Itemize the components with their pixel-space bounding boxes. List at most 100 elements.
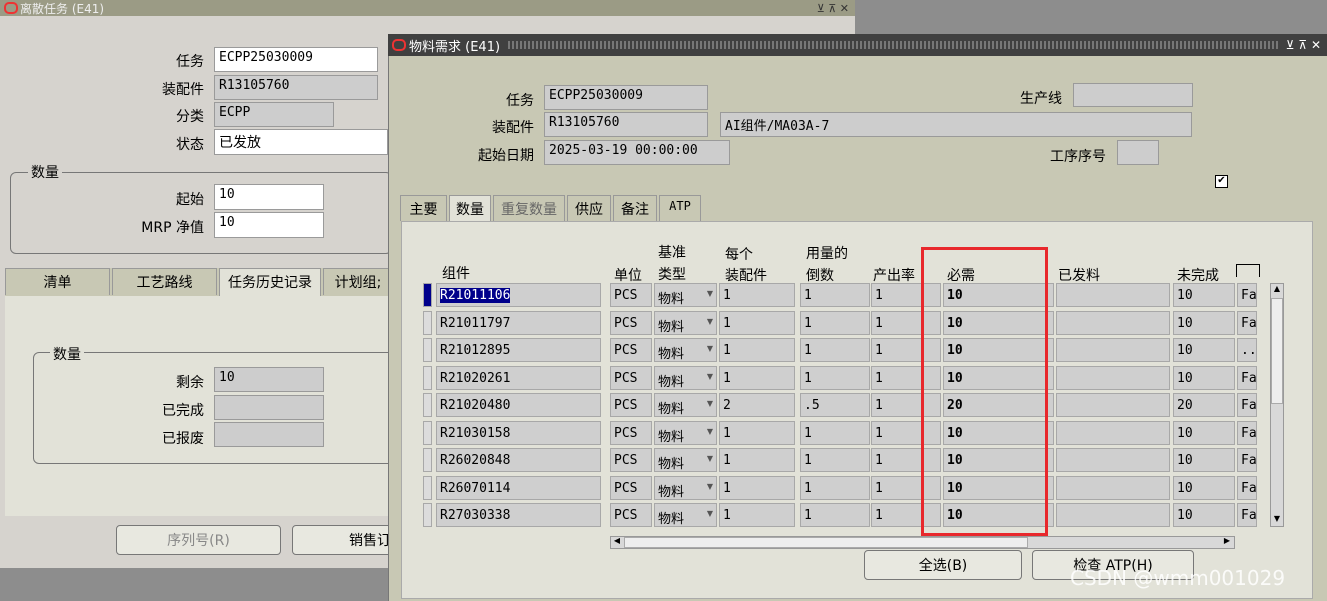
open-cell[interactable]: 10	[1173, 283, 1235, 307]
sales-order-button[interactable]: 销售订	[292, 525, 402, 555]
issued-cell[interactable]	[1056, 311, 1170, 335]
component-cell[interactable]: R26070114	[436, 476, 601, 500]
open-cell[interactable]: 10	[1173, 366, 1235, 390]
component-cell[interactable]: R27030338	[436, 503, 601, 527]
extra-cell[interactable]: Fa	[1237, 421, 1257, 445]
row-indicator[interactable]	[423, 311, 432, 335]
tab-planning-group[interactable]: 计划组;	[323, 268, 393, 295]
uom-cell[interactable]: PCS	[610, 283, 652, 307]
per-assembly-cell[interactable]: 1	[719, 366, 795, 390]
scroll-left-icon[interactable]: ◀	[611, 536, 623, 548]
inverse-cell[interactable]: 1	[800, 366, 870, 390]
extra-cell[interactable]: Fa	[1237, 476, 1257, 500]
uom-cell[interactable]: PCS	[610, 421, 652, 445]
issued-cell[interactable]	[1056, 503, 1170, 527]
scrapped-field[interactable]	[214, 422, 324, 447]
fw-tab-repetitive-qty[interactable]: 重复数量	[493, 195, 565, 221]
extra-cell[interactable]: Fa	[1237, 366, 1257, 390]
row-indicator[interactable]	[423, 421, 432, 445]
scroll-down-icon[interactable]: ▼	[1271, 514, 1283, 526]
uom-cell[interactable]: PCS	[610, 366, 652, 390]
chevron-down-icon[interactable]: ▼	[707, 399, 713, 408]
issued-cell[interactable]	[1056, 393, 1170, 417]
vertical-scroll-thumb[interactable]	[1271, 298, 1283, 404]
row-indicator[interactable]	[423, 503, 432, 527]
select-all-button[interactable]: 全选(B)	[864, 550, 1022, 580]
per-assembly-cell[interactable]: 1	[719, 421, 795, 445]
uom-cell[interactable]: PCS	[610, 448, 652, 472]
inverse-cell[interactable]: 1	[800, 421, 870, 445]
issued-cell[interactable]	[1056, 338, 1170, 362]
issued-cell[interactable]	[1056, 448, 1170, 472]
chevron-down-icon[interactable]: ▼	[707, 509, 713, 518]
basis-cell[interactable]: 物料 ▼	[654, 283, 717, 307]
issued-cell[interactable]	[1056, 476, 1170, 500]
component-cell[interactable]: R26020848	[436, 448, 601, 472]
inverse-cell[interactable]: 1	[800, 448, 870, 472]
scroll-up-icon[interactable]: ▲	[1271, 284, 1283, 296]
fw-tab-atp[interactable]: ATP	[659, 195, 701, 221]
extra-cell[interactable]: Fa	[1237, 503, 1257, 527]
open-cell[interactable]: 10	[1173, 338, 1235, 362]
uom-cell[interactable]: PCS	[610, 311, 652, 335]
chevron-down-icon[interactable]: ▼	[707, 482, 713, 491]
row-indicator[interactable]	[423, 448, 432, 472]
per-assembly-cell[interactable]: 1	[719, 311, 795, 335]
serial-number-button[interactable]: 序列号(R)	[116, 525, 281, 555]
inverse-cell[interactable]: .5	[800, 393, 870, 417]
basis-cell[interactable]: 物料 ▼	[654, 366, 717, 390]
remaining-field[interactable]: 10	[214, 367, 324, 392]
component-cell[interactable]: R21011797	[436, 311, 601, 335]
inverse-cell[interactable]: 1	[800, 503, 870, 527]
basis-cell[interactable]: 物料 ▼	[654, 448, 717, 472]
issued-cell[interactable]	[1056, 421, 1170, 445]
inverse-cell[interactable]: 1	[800, 338, 870, 362]
issued-cell[interactable]	[1056, 366, 1170, 390]
tab-routing[interactable]: 工艺路线	[112, 268, 217, 295]
assembly-field[interactable]: R13105760	[214, 75, 378, 100]
open-cell[interactable]: 10	[1173, 476, 1235, 500]
inverse-cell[interactable]: 1	[800, 476, 870, 500]
status-field[interactable]: 已发放	[214, 129, 388, 155]
extra-cell[interactable]: ..	[1237, 338, 1257, 362]
fw-tab-quantity[interactable]: 数量	[449, 195, 491, 222]
fw-op-seq-field[interactable]	[1117, 140, 1159, 165]
tab-task-history[interactable]: 任务历史记录	[219, 268, 321, 296]
row-indicator[interactable]	[423, 476, 432, 500]
open-cell[interactable]: 20	[1173, 393, 1235, 417]
task-field[interactable]: ECPP25030009	[214, 47, 378, 72]
fw-tab-main[interactable]: 主要	[400, 195, 447, 221]
row-indicator[interactable]	[423, 366, 432, 390]
open-cell[interactable]: 10	[1173, 311, 1235, 335]
horizontal-scroll-thumb[interactable]	[624, 537, 1028, 548]
chevron-down-icon[interactable]: ▼	[707, 427, 713, 436]
component-cell[interactable]: R21020480	[436, 393, 601, 417]
chevron-down-icon[interactable]: ▼	[707, 372, 713, 381]
open-cell[interactable]: 10	[1173, 421, 1235, 445]
inverse-cell[interactable]: 1	[800, 283, 870, 307]
row-indicator[interactable]	[423, 283, 432, 307]
inverse-cell[interactable]: 1	[800, 311, 870, 335]
per-assembly-cell[interactable]: 1	[719, 503, 795, 527]
column-chooser-icon[interactable]	[1236, 264, 1260, 277]
fw-tab-notes[interactable]: 备注	[613, 195, 657, 221]
basis-cell[interactable]: 物料 ▼	[654, 311, 717, 335]
component-cell[interactable]: R21020261	[436, 366, 601, 390]
chevron-down-icon[interactable]: ▼	[707, 289, 713, 298]
uom-cell[interactable]: PCS	[610, 476, 652, 500]
fw-tab-supply[interactable]: 供应	[567, 195, 611, 221]
fw-start-date-field[interactable]: 2025-03-19 00:00:00	[544, 140, 730, 165]
uom-cell[interactable]: PCS	[610, 503, 652, 527]
per-assembly-cell[interactable]: 2	[719, 393, 795, 417]
per-assembly-cell[interactable]: 1	[719, 448, 795, 472]
issued-cell[interactable]	[1056, 283, 1170, 307]
mrp-net-field[interactable]: 10	[214, 212, 324, 238]
row-indicator[interactable]	[423, 338, 432, 362]
completed-field[interactable]	[214, 395, 324, 420]
extra-cell[interactable]: Fa	[1237, 283, 1257, 307]
component-cell[interactable]: R21011106	[436, 283, 601, 307]
fw-task-field[interactable]: ECPP25030009	[544, 85, 708, 110]
window-controls[interactable]: ⊻ ⊼ ✕	[817, 2, 849, 15]
chevron-down-icon[interactable]: ▼	[707, 317, 713, 326]
open-cell[interactable]: 10	[1173, 503, 1235, 527]
